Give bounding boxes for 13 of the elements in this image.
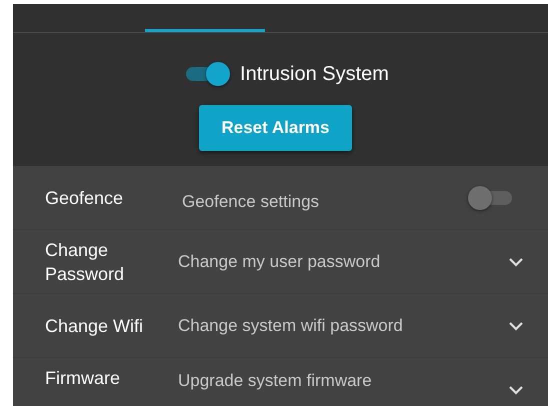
chevron-icon[interactable] bbox=[508, 320, 524, 330]
setting-description: Change system wifi password bbox=[178, 316, 404, 336]
reset-button[interactable]: Reset Alarms bbox=[199, 105, 352, 151]
chevron-icon[interactable] bbox=[508, 384, 524, 394]
setting-title: Firmware bbox=[44, 367, 121, 390]
setting-description: Change my user password bbox=[178, 252, 382, 272]
chevron-icon[interactable] bbox=[508, 256, 524, 266]
setting-title: Change Wifi bbox=[44, 314, 144, 338]
switch-label: Intrusion System bbox=[240, 62, 389, 86]
setting-title: Change Password bbox=[44, 238, 126, 286]
setting-description: Upgrade system firmware bbox=[178, 371, 373, 391]
setting-title: Geofence bbox=[44, 186, 124, 210]
setting-description: Geofence settings bbox=[181, 192, 320, 212]
